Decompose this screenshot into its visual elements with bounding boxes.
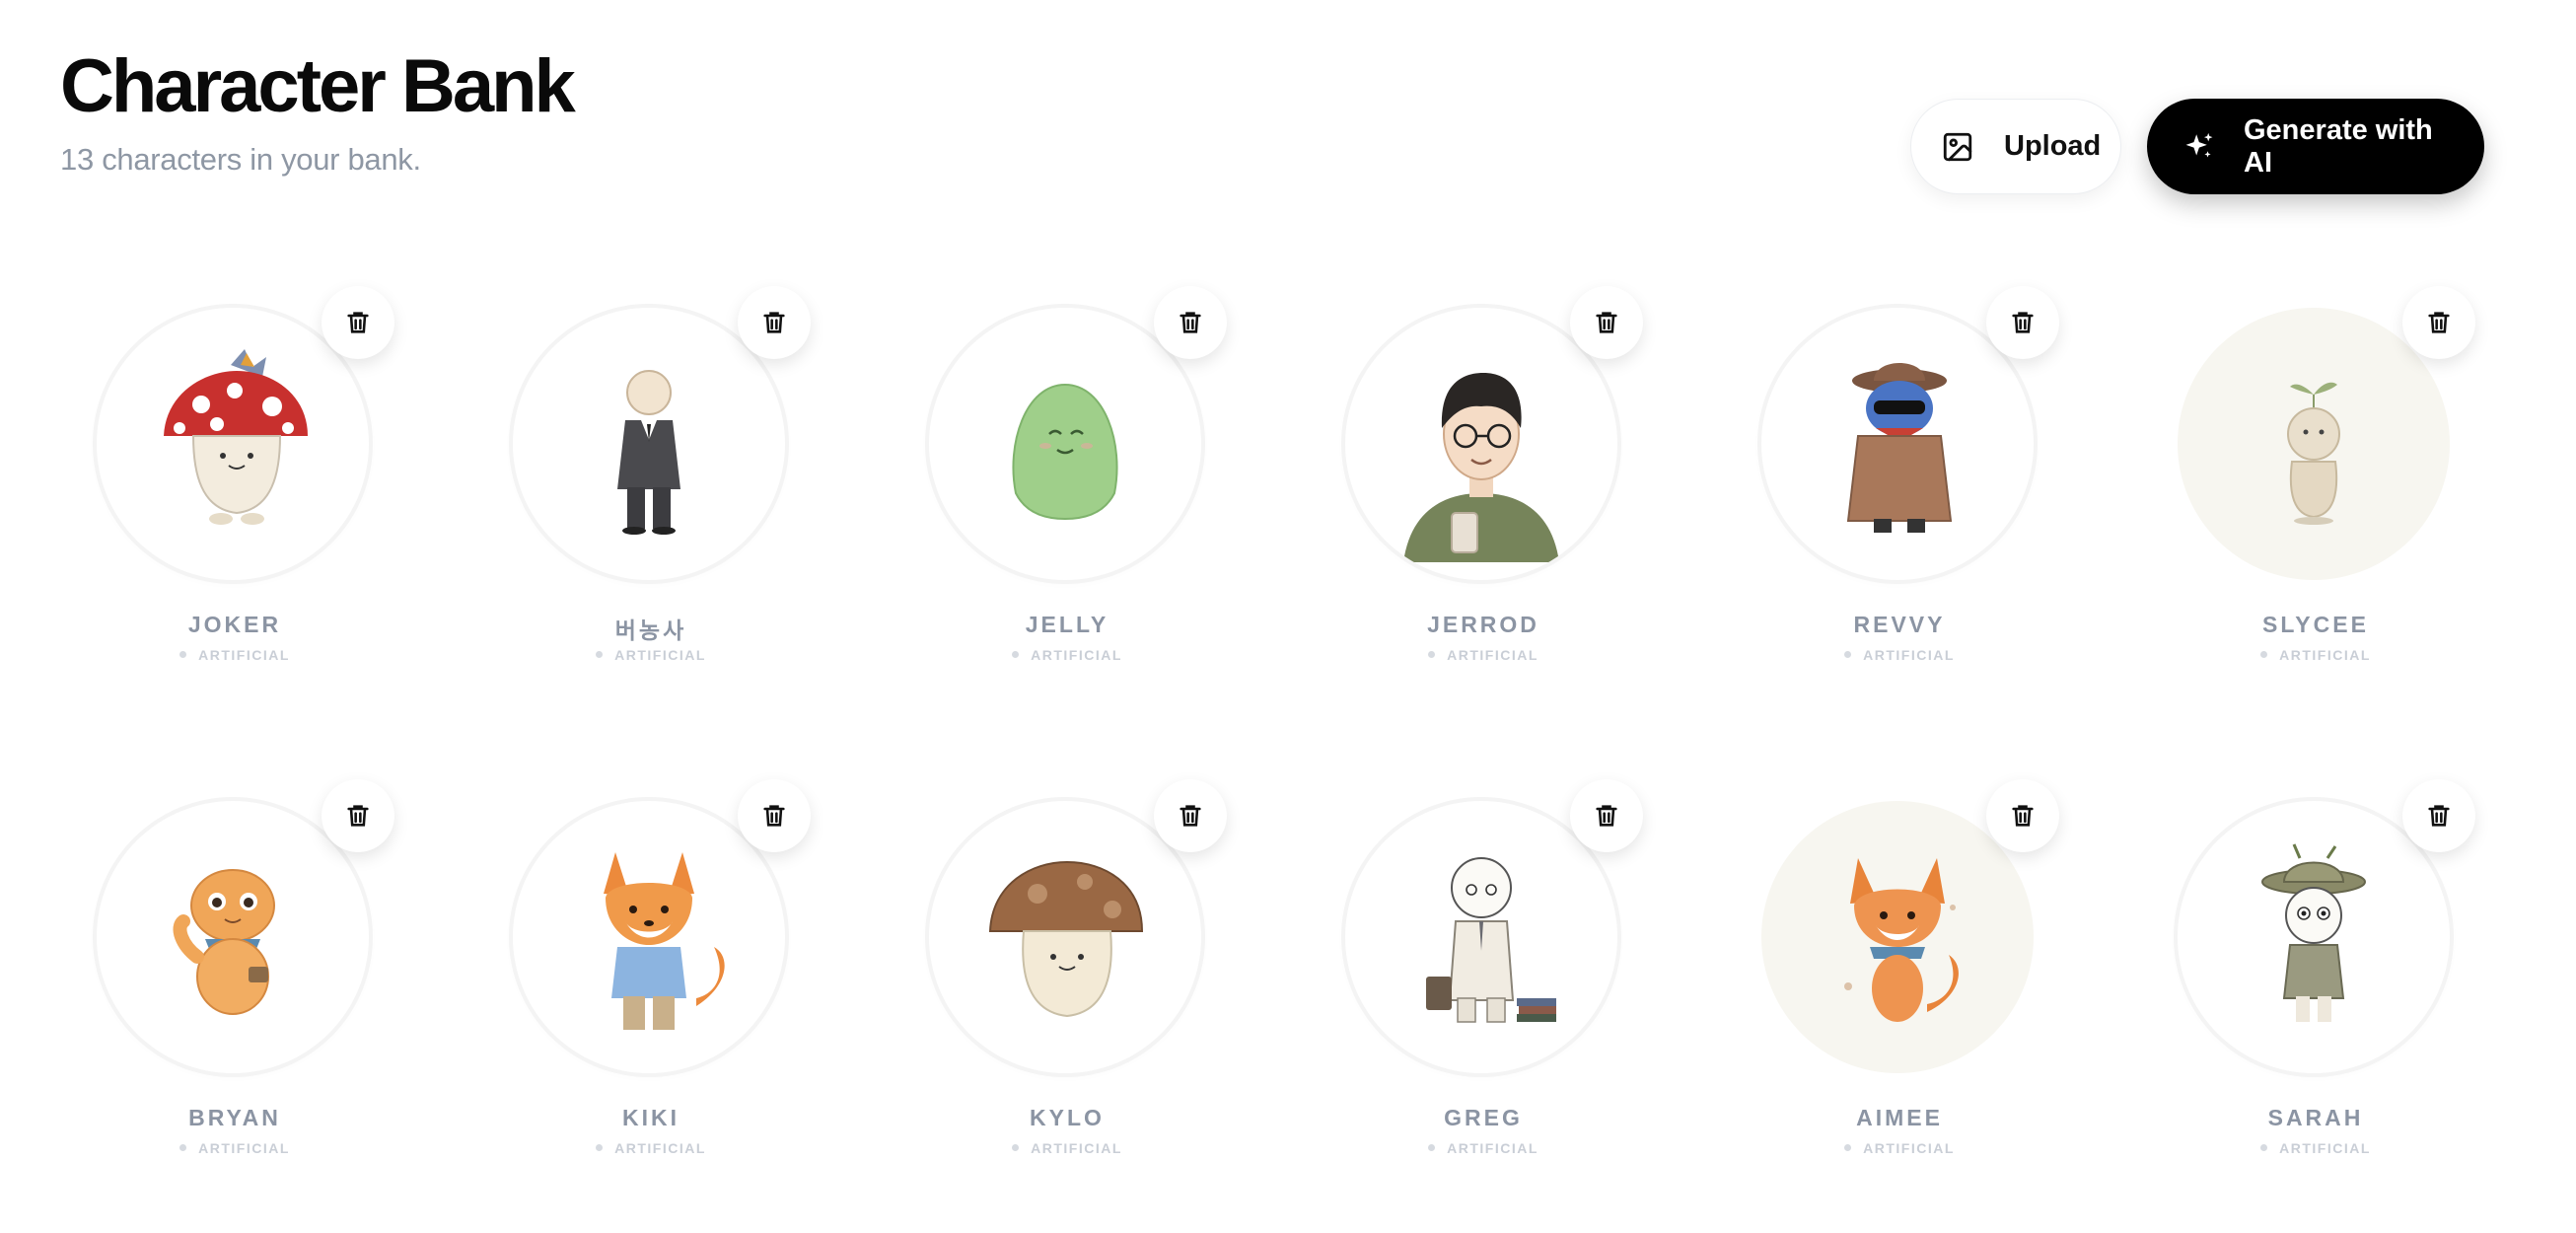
delete-character-button[interactable] [738,286,811,359]
delete-character-button[interactable] [1986,779,2059,852]
character-type-tag: ARTIFICIAL [1309,647,1658,663]
trash-icon [1180,805,1201,827]
mushroom-jester-illustration [164,349,308,525]
character-name: GREG [1444,1105,1523,1130]
upload-button-label: Upload [2004,130,2102,162]
character-type-tag: ARTIFICIAL [60,1140,409,1156]
character-avatar[interactable] [513,308,785,580]
trash-icon [2012,805,2034,827]
character-avatar[interactable] [929,801,1201,1073]
man-with-glasses-illustration [1403,373,1559,562]
generate-button-label: Generate with AI [2244,113,2433,179]
sparkles-icon [2182,130,2216,164]
trash-icon [2428,312,2450,333]
character-card[interactable]: 버농사 ARTIFICIAL [476,286,811,663]
delete-character-button[interactable] [2402,286,2475,359]
page-header: Character Bank 13 characters in your ban… [60,44,576,178]
character-type-tag: ARTIFICIAL [893,647,1242,663]
character-type-tag: ARTIFICIAL [476,647,825,663]
page-title: Character Bank [60,44,576,128]
character-card[interactable]: REVVY ARTIFICIAL [1725,286,2059,663]
character-name: JELLY [1025,612,1109,637]
delete-character-button[interactable] [1570,286,1643,359]
trash-icon [347,312,369,333]
character-card[interactable]: SLYCEE ARTIFICIAL [2141,286,2475,663]
character-type-tag: ARTIFICIAL [2141,647,2490,663]
seed-sprout-illustration [2287,382,2340,525]
character-name: BRYAN [188,1105,281,1130]
trash-icon [1596,805,1617,827]
character-type-tag: ARTIFICIAL [476,1140,825,1156]
character-name: AIMEE [1856,1105,1943,1130]
brown-mushroom-illustration [988,860,1144,1018]
character-type-tag: ARTIFICIAL [893,1140,1242,1156]
delete-character-button[interactable] [1154,779,1227,852]
character-avatar[interactable] [929,308,1201,580]
character-avatar[interactable] [97,801,369,1073]
delete-character-button[interactable] [322,779,394,852]
trash-icon [1596,312,1617,333]
character-name: REVVY [1853,612,1946,637]
character-avatar[interactable] [513,801,785,1073]
character-name: SLYCEE [2262,612,2369,637]
character-count-subtitle: 13 characters in your bank. [60,141,421,177]
character-type-tag: ARTIFICIAL [60,647,409,663]
green-blob-illustration [1012,383,1118,521]
delete-character-button[interactable] [1570,779,1643,852]
orange-furball-illustration [173,869,275,1015]
character-card[interactable]: JELLY ARTIFICIAL [893,286,1227,663]
delete-character-button[interactable] [2402,779,2475,852]
character-avatar[interactable] [1761,801,2034,1073]
character-type-tag: ARTIFICIAL [1725,647,2074,663]
lawyer-illustration [1426,857,1556,1023]
fox-scarf-illustration [1844,858,1959,1022]
character-name: KYLO [1030,1105,1105,1130]
blue-detective-illustration [1846,363,1953,533]
character-card[interactable]: JERROD ARTIFICIAL [1309,286,1643,663]
character-name: JERROD [1427,612,1539,637]
suited-man-illustration [617,370,680,535]
delete-character-button[interactable] [738,779,811,852]
character-name: JOKER [187,612,282,637]
character-avatar[interactable] [1761,308,2034,580]
trash-icon [1180,312,1201,333]
character-type-tag: ARTIFICIAL [2141,1140,2490,1156]
character-card[interactable]: BRYAN ARTIFICIAL [60,779,394,1156]
character-name: 버농사 [614,617,687,643]
explorer-hat-illustration [2261,843,2366,1022]
character-avatar[interactable] [1345,801,1617,1073]
trash-icon [2012,312,2034,333]
delete-character-button[interactable] [1154,286,1227,359]
header-actions: Upload Generate with AI [1910,99,2484,194]
trash-icon [763,312,785,333]
character-card[interactable]: GREG ARTIFICIAL [1309,779,1643,1156]
character-card[interactable]: KYLO ARTIFICIAL [893,779,1227,1156]
delete-character-button[interactable] [322,286,394,359]
character-card[interactable]: JOKER ARTIFICIAL [60,286,394,663]
character-avatar[interactable] [2178,308,2450,580]
image-icon [1941,130,1974,164]
character-avatar[interactable] [2178,801,2450,1073]
delete-character-button[interactable] [1986,286,2059,359]
character-type-tag: ARTIFICIAL [1309,1140,1658,1156]
upload-button[interactable]: Upload [1910,99,2121,194]
character-card[interactable]: KIKI ARTIFICIAL [476,779,811,1156]
character-card[interactable]: SARAH ARTIFICIAL [2141,779,2475,1156]
generate-with-ai-button[interactable]: Generate with AI [2147,99,2484,194]
character-card[interactable]: AIMEE ARTIFICIAL [1725,779,2059,1156]
character-avatar[interactable] [1345,308,1617,580]
character-grid: JOKER ARTIFICIAL 버농사 ARTIFICIAL JELLY AR… [60,286,2475,1156]
character-name: KIKI [622,1105,680,1130]
trash-icon [347,805,369,827]
trash-icon [763,805,785,827]
character-name: SARAH [2267,1105,2364,1130]
fox-hoodie-illustration [604,852,725,1030]
trash-icon [2428,805,2450,827]
character-type-tag: ARTIFICIAL [1725,1140,2074,1156]
character-avatar[interactable] [97,308,369,580]
